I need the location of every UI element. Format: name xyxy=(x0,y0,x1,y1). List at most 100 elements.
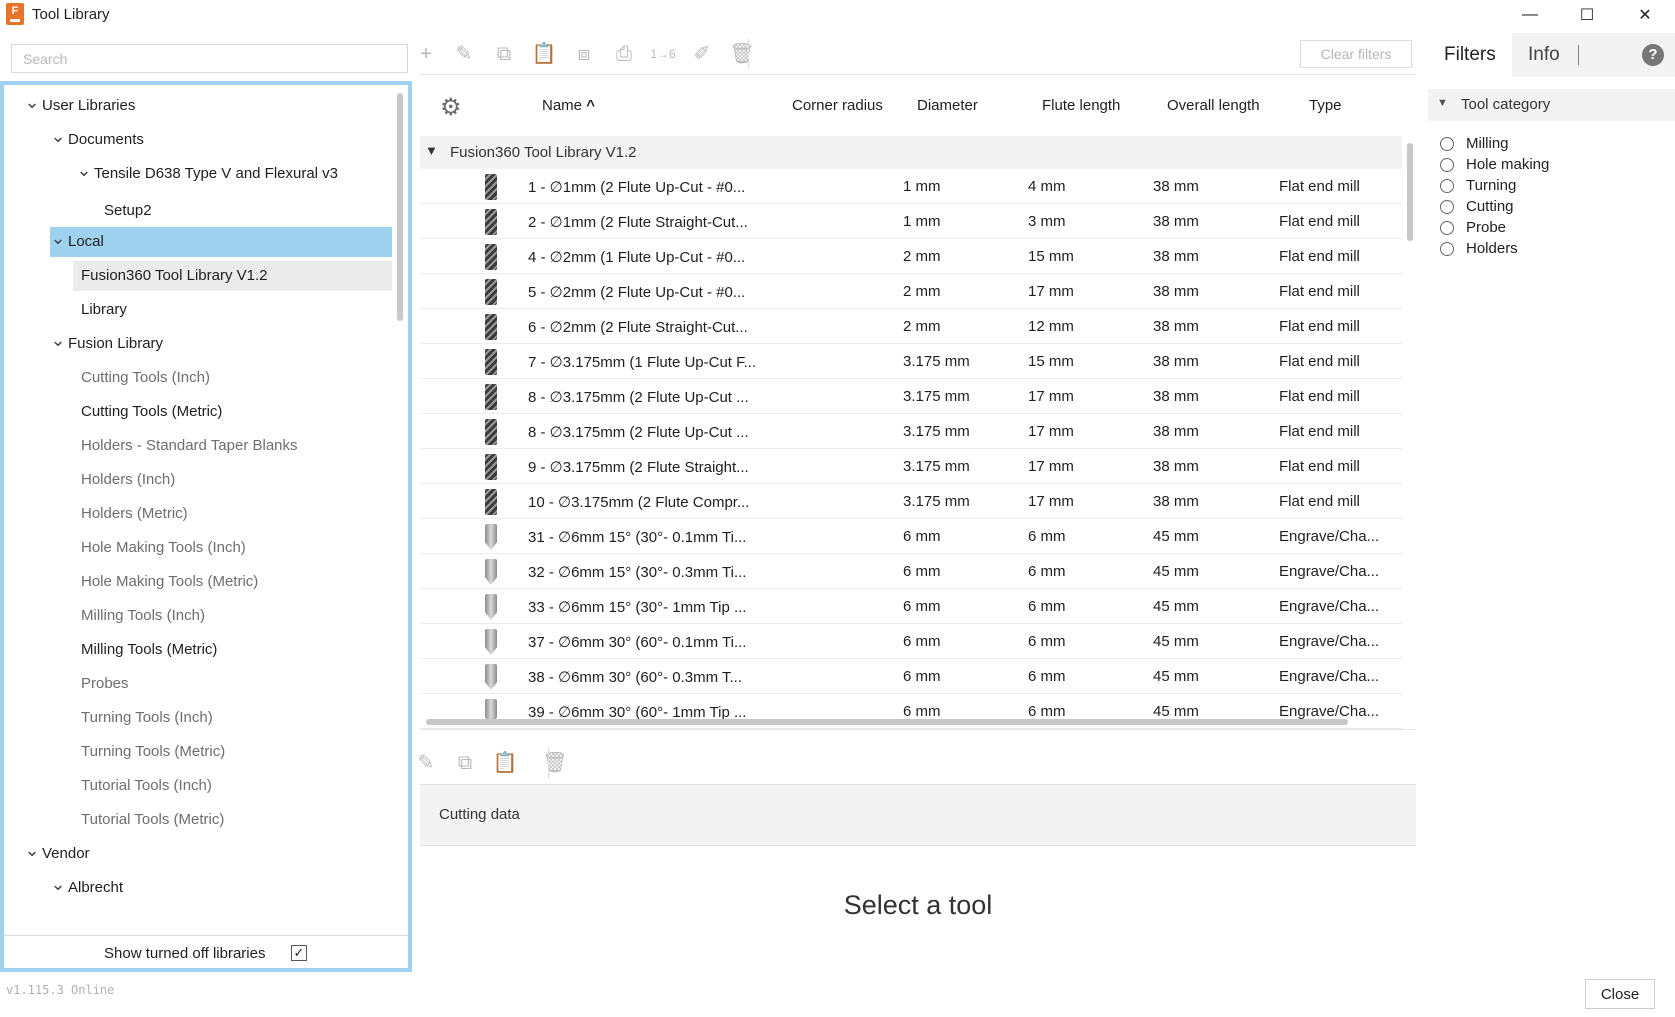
print-icon[interactable]: ⎙ xyxy=(611,41,637,67)
chevron-down-icon[interactable]: ⌄ xyxy=(24,87,40,117)
caret-down-icon[interactable]: ▼ xyxy=(425,143,438,158)
column-corner-radius[interactable]: Corner radius xyxy=(792,97,883,114)
chevron-down-icon[interactable]: ⌄ xyxy=(50,325,66,355)
tree-item[interactable]: Tutorial Tools (Inch) xyxy=(4,771,396,801)
table-row[interactable]: 1 - ∅1mm (2 Flute Up-Cut - #0... 1 mm 4 mm… xyxy=(420,169,1402,204)
brush-icon[interactable]: ✐ xyxy=(689,41,715,67)
tree-item[interactable]: Fusion360 Tool Library V1.2 xyxy=(73,261,392,291)
chevron-down-icon[interactable]: ⌄ xyxy=(50,121,66,151)
radio-button[interactable] xyxy=(1440,158,1454,172)
cell-name: 32 - ∅6mm 15° (30°- 0.3mm Ti... xyxy=(528,564,747,581)
chevron-down-icon[interactable]: ⌄ xyxy=(24,835,40,865)
table-row[interactable]: 7 - ∅3.175mm (1 Flute Up-Cut F... 3.175 m… xyxy=(420,344,1402,379)
table-row[interactable]: 10 - ∅3.175mm (2 Flute Compr... 3.175 mm 1… xyxy=(420,484,1402,519)
tool-category-title: Tool category xyxy=(1461,96,1551,113)
copy-icon[interactable]: ⧉ xyxy=(452,750,478,776)
toolbar-separator xyxy=(748,39,749,69)
library-group-row[interactable]: ▼ Fusion360 Tool Library V1.2 xyxy=(420,136,1402,169)
cell-name: 38 - ∅6mm 30° (60°- 0.3mm T... xyxy=(528,669,743,686)
tree-item[interactable]: Turning Tools (Metric) xyxy=(4,737,396,767)
engrave-tool-icon xyxy=(485,524,497,550)
delete-icon[interactable]: 🗑 xyxy=(729,41,755,67)
renumber-icon[interactable]: 1→6 xyxy=(650,41,676,67)
tab-info[interactable]: Info xyxy=(1512,33,1576,77)
table-row[interactable]: 31 - ∅6mm 15° (30°- 0.1mm Ti... 6 mm 6 mm 4… xyxy=(420,519,1402,554)
library-search-input[interactable] xyxy=(11,44,408,73)
tree-item-label: Turning Tools (Inch) xyxy=(81,709,213,726)
tree-scrollbar[interactable] xyxy=(397,93,403,321)
chevron-down-icon[interactable]: ⌄ xyxy=(76,155,92,185)
column-diameter[interactable]: Diameter xyxy=(917,97,978,114)
radio-button[interactable] xyxy=(1440,179,1454,193)
tree-item[interactable]: Holders - Standard Taper Blanks xyxy=(4,431,396,461)
column-type[interactable]: Type xyxy=(1309,97,1342,114)
tree-item[interactable]: Holders (Metric) xyxy=(4,499,396,529)
chevron-down-icon[interactable]: ⌄ xyxy=(50,223,66,253)
table-vertical-scrollbar[interactable] xyxy=(1407,143,1413,241)
delete-icon[interactable]: 🗑 xyxy=(542,750,568,776)
tree-item[interactable]: Cutting Tools (Metric) xyxy=(4,397,396,427)
clear-filters-button[interactable]: Clear filters xyxy=(1300,40,1412,68)
tree-item[interactable]: Holders (Inch) xyxy=(4,465,396,495)
tree-item[interactable]: ⌄ User Libraries xyxy=(4,91,396,121)
table-row[interactable]: 33 - ∅6mm 15° (30°- 1mm Tip ... 6 mm 6 mm 4… xyxy=(420,589,1402,624)
tree-item[interactable]: Turning Tools (Inch) xyxy=(4,703,396,733)
tree-item[interactable]: ⌄ Albrecht xyxy=(4,873,396,903)
maximize-button[interactable]: ☐ xyxy=(1564,0,1610,30)
table-row[interactable]: 37 - ∅6mm 30° (60°- 0.1mm Ti... 6 mm 6 mm 4… xyxy=(420,624,1402,659)
radio-button[interactable] xyxy=(1440,221,1454,235)
tree-item[interactable]: ⌄ Fusion Library xyxy=(4,329,396,359)
tree-item[interactable]: ⌄ Tensile D638 Type V and Flexural v3 xyxy=(4,159,396,189)
radio-button[interactable] xyxy=(1440,242,1454,256)
table-row[interactable]: 9 - ∅3.175mm (2 Flute Straight... 3.175 m… xyxy=(420,449,1402,484)
tree-item[interactable]: ⌄ Vendor xyxy=(4,839,396,869)
cell-diameter: 3.175 mm xyxy=(903,458,970,475)
show-turned-off-checkbox[interactable]: ✓ xyxy=(291,945,307,961)
table-row[interactable]: 4 - ∅2mm (1 Flute Up-Cut - #0... 2 mm 15 m… xyxy=(420,239,1402,274)
tree-item[interactable]: Library xyxy=(4,295,396,325)
minimize-button[interactable]: — xyxy=(1507,0,1553,30)
close-button[interactable]: Close xyxy=(1585,979,1655,1009)
table-horizontal-scrollbar[interactable] xyxy=(426,719,1348,725)
cell-diameter: 3.175 mm xyxy=(903,493,970,510)
tree-item[interactable]: Milling Tools (Metric) xyxy=(4,635,396,665)
tree-item[interactable]: Tutorial Tools (Metric) xyxy=(4,805,396,835)
table-row[interactable]: 2 - ∅1mm (2 Flute Straight-Cut... 1 mm 3 m… xyxy=(420,204,1402,239)
gear-icon[interactable]: ⚙ xyxy=(440,93,462,122)
cell-diameter: 6 mm xyxy=(903,703,941,720)
table-row[interactable]: 32 - ∅6mm 15° (30°- 0.3mm Ti... 6 mm 6 mm 4… xyxy=(420,554,1402,589)
tree-item[interactable]: ⌄ Documents xyxy=(4,125,396,155)
add-icon[interactable]: + xyxy=(413,41,439,67)
table-row[interactable]: 8 - ∅3.175mm (2 Flute Up-Cut ... 3.175 mm… xyxy=(420,414,1402,449)
tree-item[interactable]: Hole Making Tools (Inch) xyxy=(4,533,396,563)
duplicate-icon[interactable]: ⧈ xyxy=(571,41,597,67)
table-row[interactable]: 8 - ∅3.175mm (2 Flute Up-Cut ... 3.175 mm… xyxy=(420,379,1402,414)
edit-icon[interactable]: ✎ xyxy=(451,41,477,67)
tree-item[interactable]: ⌄ Local xyxy=(50,227,392,257)
tree-item[interactable]: Hole Making Tools (Metric) xyxy=(4,567,396,597)
tree-item[interactable]: Probes xyxy=(4,669,396,699)
cell-flute: 17 mm xyxy=(1028,283,1074,300)
tree-item[interactable]: Setup2 xyxy=(4,196,396,226)
paste-icon[interactable]: 📋 xyxy=(492,750,518,776)
table-row[interactable]: 6 - ∅2mm (2 Flute Straight-Cut... 2 mm 12 … xyxy=(420,309,1402,344)
paste-icon[interactable]: 📋 xyxy=(531,41,557,67)
tree-item-label: Holders - Standard Taper Blanks xyxy=(81,437,298,454)
tree-item[interactable]: Cutting Tools (Inch) xyxy=(4,363,396,393)
radio-button[interactable] xyxy=(1440,137,1454,151)
cell-type: Flat end mill xyxy=(1279,353,1360,370)
tree-item[interactable]: Milling Tools (Inch) xyxy=(4,601,396,631)
table-row[interactable]: 38 - ∅6mm 30° (60°- 0.3mm T... 6 mm 6 mm 45… xyxy=(420,659,1402,694)
edit-icon[interactable]: ✎ xyxy=(413,750,439,776)
table-row[interactable]: 5 - ∅2mm (2 Flute Up-Cut - #0... 2 mm 17 m… xyxy=(420,274,1402,309)
tab-filters[interactable]: Filters xyxy=(1428,33,1512,77)
help-icon[interactable]: ? xyxy=(1642,44,1664,66)
column-name[interactable]: Name ^ xyxy=(542,97,595,114)
tool-category-header[interactable]: ▼ Tool category xyxy=(1428,89,1675,121)
chevron-down-icon[interactable]: ⌄ xyxy=(50,869,66,899)
column-flute-length[interactable]: Flute length xyxy=(1042,97,1120,114)
close-window-button[interactable]: ✕ xyxy=(1622,0,1668,30)
column-overall-length[interactable]: Overall length xyxy=(1167,97,1260,114)
copy-icon[interactable]: ⧉ xyxy=(491,41,517,67)
radio-button[interactable] xyxy=(1440,200,1454,214)
